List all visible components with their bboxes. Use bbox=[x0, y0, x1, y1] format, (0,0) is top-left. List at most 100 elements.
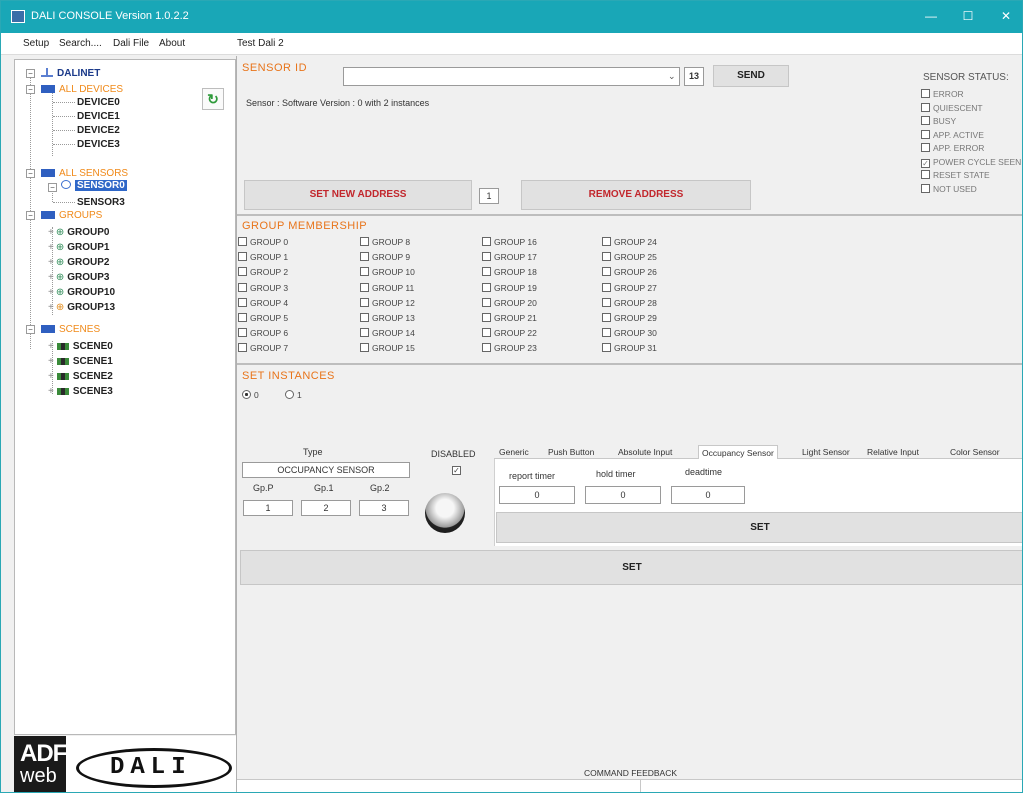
group-checkbox[interactable]: GROUP 11 bbox=[360, 282, 414, 294]
tree-node-scenes[interactable]: SCENES bbox=[41, 324, 100, 336]
chevron-down-icon[interactable]: ⌄ bbox=[668, 71, 676, 82]
group-checkbox[interactable]: GROUP 8 bbox=[360, 237, 410, 248]
status-checkbox-6[interactable]: RESET STATE bbox=[921, 170, 990, 181]
expand-icon[interactable]: + bbox=[48, 341, 54, 352]
group-checkbox[interactable]: GROUP 19 bbox=[482, 282, 537, 294]
report-timer-field[interactable]: 0 bbox=[499, 486, 575, 504]
gp-1-field[interactable]: 2 bbox=[301, 500, 351, 516]
group-checkbox[interactable]: GROUP 21 bbox=[482, 313, 537, 324]
group-checkbox[interactable]: GROUP 22 bbox=[482, 328, 537, 339]
refresh-icon[interactable]: ↻ bbox=[202, 88, 224, 110]
expand-icon[interactable]: + bbox=[48, 272, 54, 283]
send-button[interactable]: SEND bbox=[713, 65, 789, 87]
tree-node-groups[interactable]: GROUPS bbox=[41, 210, 102, 222]
tree-node-group0[interactable]: + ⊕ GROUP0 bbox=[48, 227, 109, 239]
instance-radio-0[interactable]: 0 bbox=[242, 390, 259, 401]
group-checkbox[interactable]: GROUP 20 bbox=[482, 297, 537, 309]
group-checkbox[interactable]: GROUP 25 bbox=[602, 252, 657, 263]
status-checkbox-2[interactable]: BUSY bbox=[921, 116, 956, 127]
tree-node-group1[interactable]: + ⊕ GROUP1 bbox=[48, 242, 109, 254]
expand-icon[interactable]: + bbox=[48, 356, 54, 367]
tree-node-group3[interactable]: + ⊕ GROUP3 bbox=[48, 272, 109, 284]
tree-node-all-devices[interactable]: ALL DEVICES bbox=[41, 84, 123, 96]
tree-collapse-scenes[interactable]: − bbox=[26, 325, 35, 334]
tab-occupancy-sensor[interactable]: Occupancy Sensor bbox=[698, 445, 778, 459]
menu-about[interactable]: About bbox=[159, 38, 185, 49]
status-checkbox-5[interactable]: ✓ POWER CYCLE SEEN bbox=[921, 157, 1021, 168]
tree-collapse-groups[interactable]: − bbox=[26, 211, 35, 220]
tree-node-scene3[interactable]: + SCENE3 bbox=[48, 386, 113, 398]
group-checkbox[interactable]: GROUP 26 bbox=[602, 267, 657, 278]
hold-timer-field[interactable]: 0 bbox=[585, 486, 661, 504]
tab-light-sensor[interactable]: Light Sensor bbox=[802, 445, 850, 459]
expand-icon[interactable]: + bbox=[48, 242, 54, 253]
status-checkbox-0[interactable]: ERROR bbox=[921, 89, 964, 100]
group-checkbox[interactable]: GROUP 1 bbox=[238, 252, 288, 263]
expand-icon[interactable]: + bbox=[48, 227, 54, 238]
group-checkbox[interactable]: GROUP 16 bbox=[482, 237, 537, 248]
instance-radio-1[interactable]: 1 bbox=[285, 390, 302, 401]
tree-node-scene1[interactable]: + SCENE1 bbox=[48, 356, 113, 368]
status-checkbox-7[interactable]: NOT USED bbox=[921, 183, 977, 195]
group-checkbox[interactable]: GROUP 24 bbox=[602, 237, 657, 248]
group-checkbox[interactable]: GROUP 7 bbox=[238, 343, 288, 354]
tab-push-button[interactable]: Push Button bbox=[548, 445, 594, 459]
close-button[interactable]: ✕ bbox=[991, 7, 1021, 27]
disabled-checkbox[interactable]: ✓ bbox=[452, 464, 464, 475]
group-checkbox[interactable]: GROUP 18 bbox=[482, 267, 537, 278]
tree-node-scene2[interactable]: + SCENE2 bbox=[48, 371, 113, 383]
group-checkbox[interactable]: GROUP 3 bbox=[238, 282, 288, 294]
main-set-button[interactable]: SET bbox=[240, 550, 1022, 585]
group-checkbox[interactable]: GROUP 0 bbox=[238, 237, 288, 248]
group-checkbox[interactable]: GROUP 4 bbox=[238, 297, 288, 309]
tree-node-all-sensors[interactable]: ALL SENSORS bbox=[41, 168, 128, 180]
group-checkbox[interactable]: GROUP 28 bbox=[602, 297, 657, 309]
type-field[interactable]: OCCUPANCY SENSOR bbox=[242, 462, 410, 478]
group-checkbox[interactable]: GROUP 31 bbox=[602, 343, 657, 354]
instance-set-button[interactable]: SET bbox=[496, 512, 1022, 543]
group-checkbox[interactable]: GROUP 15 bbox=[360, 343, 415, 354]
group-checkbox[interactable]: GROUP 5 bbox=[238, 313, 288, 324]
tree-collapse-sensors[interactable]: − bbox=[26, 169, 35, 178]
remove-address-button[interactable]: REMOVE ADDRESS bbox=[521, 180, 751, 210]
gp-2-field[interactable]: 3 bbox=[359, 500, 409, 516]
tree-node-sensor0[interactable]: SENSOR0 bbox=[61, 180, 127, 192]
status-checkbox-4[interactable]: APP. ERROR bbox=[921, 143, 984, 154]
group-checkbox[interactable]: GROUP 17 bbox=[482, 252, 537, 263]
tree-node-device2[interactable]: DEVICE2 bbox=[77, 125, 120, 137]
menu-search[interactable]: Search.... bbox=[59, 38, 102, 49]
status-checkbox-3[interactable]: APP. ACTIVE bbox=[921, 129, 984, 141]
new-address-field[interactable]: 1 bbox=[479, 188, 499, 204]
tree-node-dalinet[interactable]: DALINET bbox=[41, 68, 100, 80]
group-checkbox[interactable]: GROUP 6 bbox=[238, 328, 288, 339]
tree-collapse-devices[interactable]: − bbox=[26, 85, 35, 94]
tree-collapse-root[interactable]: − bbox=[26, 69, 35, 78]
set-new-address-button[interactable]: SET NEW ADDRESS bbox=[244, 180, 472, 210]
tree-node-scene0[interactable]: + SCENE0 bbox=[48, 341, 113, 353]
tree-node-group10[interactable]: + ⊕ GROUP10 bbox=[48, 287, 115, 299]
deadtime-field[interactable]: 0 bbox=[671, 486, 745, 504]
status-checkbox-1[interactable]: QUIESCENT bbox=[921, 102, 983, 114]
tree-node-device3[interactable]: DEVICE3 bbox=[77, 139, 120, 151]
menu-test-dali-2[interactable]: Test Dali 2 bbox=[237, 38, 284, 49]
group-checkbox[interactable]: GROUP 2 bbox=[238, 267, 288, 278]
tab-color-sensor[interactable]: Color Sensor bbox=[950, 445, 1000, 459]
sensor-id-combobox[interactable] bbox=[343, 67, 680, 86]
expand-icon[interactable]: + bbox=[48, 287, 54, 298]
group-checkbox[interactable]: GROUP 29 bbox=[602, 313, 657, 324]
group-checkbox[interactable]: GROUP 30 bbox=[602, 328, 657, 339]
group-checkbox[interactable]: GROUP 27 bbox=[602, 282, 657, 294]
tree-collapse-sensor0[interactable]: − bbox=[48, 183, 57, 192]
group-checkbox[interactable]: GROUP 23 bbox=[482, 343, 537, 354]
tree-node-group13[interactable]: + ⊕ GROUP13 bbox=[48, 302, 115, 314]
tab-absolute-input[interactable]: Absolute Input bbox=[618, 445, 672, 459]
group-checkbox[interactable]: GROUP 14 bbox=[360, 328, 415, 339]
expand-icon[interactable]: + bbox=[48, 302, 54, 313]
group-checkbox[interactable]: GROUP 13 bbox=[360, 313, 415, 324]
network-tree[interactable]: − DALINET − ALL DEVICES DEVICE0 DEVICE1 … bbox=[14, 59, 236, 735]
tree-node-device1[interactable]: DEVICE1 bbox=[77, 111, 120, 123]
expand-icon[interactable]: + bbox=[48, 386, 54, 397]
maximize-button[interactable]: ☐ bbox=[953, 7, 983, 27]
gp-p-field[interactable]: 1 bbox=[243, 500, 293, 516]
expand-icon[interactable]: + bbox=[48, 257, 54, 268]
